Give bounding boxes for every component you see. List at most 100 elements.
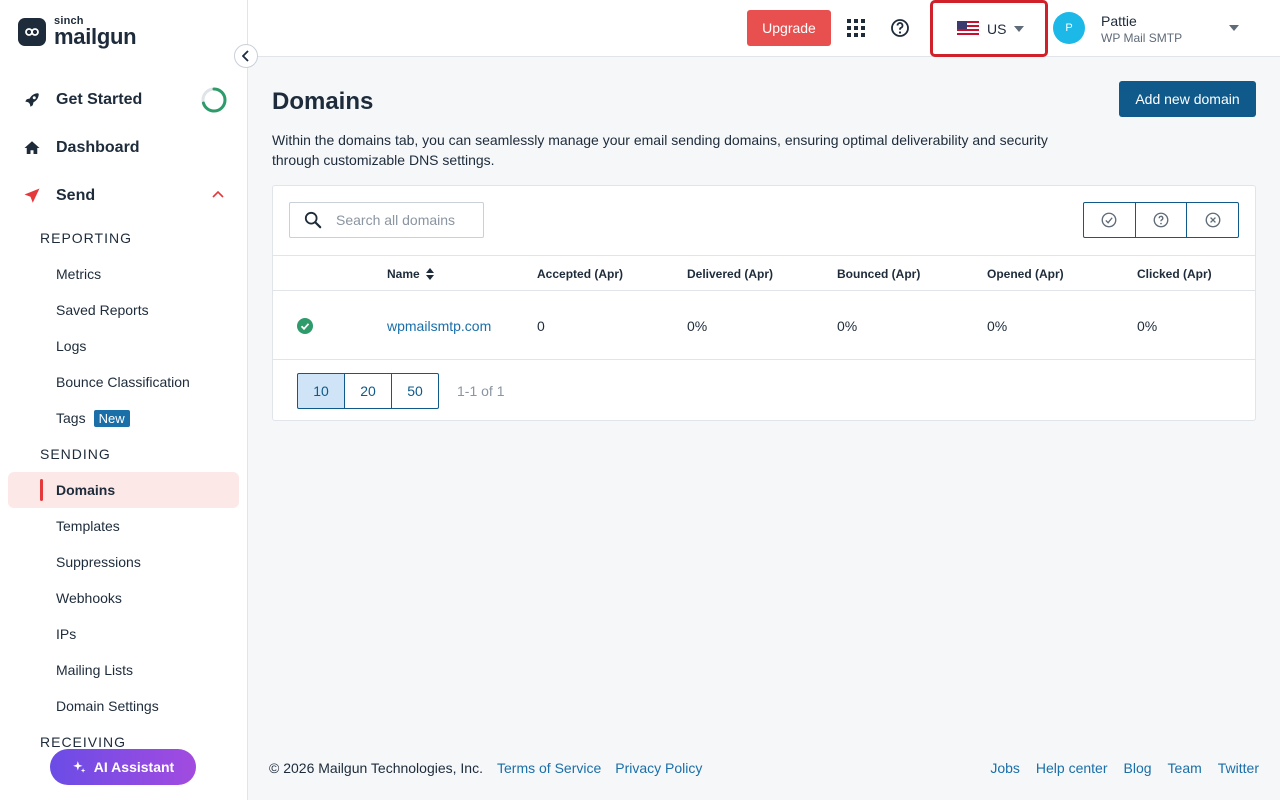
sidebar-item-label: Domain Settings <box>56 698 159 714</box>
search-icon <box>304 211 322 229</box>
sidebar-item-label: Tags <box>56 410 86 426</box>
accepted-value: 0 <box>537 318 545 334</box>
sidebar-item-suppressions[interactable]: Suppressions <box>0 544 247 580</box>
table-row: wpmailsmtp.com 0 0% 0% 0% 0% <box>273 291 1255 360</box>
delivered-value: 0% <box>687 318 708 334</box>
filter-unverified-button[interactable] <box>1136 203 1188 237</box>
sidebar-item-label: IPs <box>56 626 77 642</box>
column-name-header[interactable]: Name <box>387 267 434 281</box>
footer-links: Jobs Help center Blog Team Twitter <box>990 760 1259 776</box>
nav-dashboard[interactable]: Dashboard <box>0 124 247 172</box>
question-circle-icon <box>1153 212 1169 228</box>
status-filter-group <box>1083 202 1239 238</box>
region-selector[interactable]: US <box>930 0 1048 57</box>
page-size-20-button[interactable]: 20 <box>344 373 392 409</box>
table-header: Name Accepted (Apr) Delivered (Apr) Boun… <box>273 255 1255 291</box>
sidebar-item-label: Saved Reports <box>56 302 149 318</box>
page-title: Domains <box>272 88 374 115</box>
ai-assistant-label: AI Assistant <box>93 759 175 775</box>
footer-copyright: © 2026 Mailgun Technologies, Inc. <box>269 760 483 776</box>
sidebar-item-webhooks[interactable]: Webhooks <box>0 580 247 616</box>
topbar: Upgrade US P Pattie WP Mail SMTP <box>248 0 1280 57</box>
help-icon[interactable] <box>890 18 910 38</box>
sidebar-item-metrics[interactable]: Metrics <box>0 256 247 292</box>
mailgun-logo-icon <box>18 18 46 46</box>
x-circle-icon <box>1205 212 1221 228</box>
sidebar-item-mailing-lists[interactable]: Mailing Lists <box>0 652 247 688</box>
logo-mailgun-text: mailgun <box>54 24 137 49</box>
filter-disabled-button[interactable] <box>1187 203 1238 237</box>
sidebar-item-label: Metrics <box>56 266 102 282</box>
sidebar-item-label: Webhooks <box>56 590 122 606</box>
nav-dashboard-label: Dashboard <box>56 139 140 156</box>
sidebar-item-templates[interactable]: Templates <box>0 508 247 544</box>
ai-assistant-button[interactable]: AI Assistant <box>50 749 196 785</box>
footer-legal-links: Terms of Service Privacy Policy <box>497 760 702 776</box>
new-badge: New <box>93 409 130 427</box>
sidebar-item-ips[interactable]: IPs <box>0 616 247 652</box>
mailgun-logo[interactable]: sinch mailgun <box>18 16 137 49</box>
sidebar-item-label: Domains <box>56 482 116 498</box>
opened-value: 0% <box>987 318 1008 334</box>
region-code: US <box>987 20 1007 37</box>
check-circle-icon <box>1101 212 1117 228</box>
sidebar-item-bounce-classification[interactable]: Bounce Classification <box>0 364 247 400</box>
sort-icon[interactable] <box>425 268 434 280</box>
filter-verified-button[interactable] <box>1084 203 1136 237</box>
column-bounced-header: Bounced (Apr) <box>837 267 921 281</box>
footer-link-jobs[interactable]: Jobs <box>990 760 1020 776</box>
section-heading-reporting: REPORTING <box>40 230 132 246</box>
footer-link-help-center[interactable]: Help center <box>1036 760 1108 776</box>
send-icon <box>22 186 42 206</box>
footer-link-team[interactable]: Team <box>1168 760 1202 776</box>
search-box[interactable] <box>289 202 484 238</box>
footer-link-terms[interactable]: Terms of Service <box>497 760 601 776</box>
user-menu-caret-icon[interactable] <box>1229 25 1239 31</box>
sidebar: sinch mailgun Get Started Dashboard Send… <box>0 0 248 800</box>
user-avatar[interactable]: P <box>1053 12 1085 44</box>
footer-link-blog[interactable]: Blog <box>1124 760 1152 776</box>
add-new-domain-button[interactable]: Add new domain <box>1119 81 1256 117</box>
user-org: WP Mail SMTP <box>1101 31 1183 45</box>
column-name-label: Name <box>387 267 420 281</box>
column-delivered-header: Delivered (Apr) <box>687 267 774 281</box>
sidebar-item-label: Bounce Classification <box>56 374 190 390</box>
column-clicked-header: Clicked (Apr) <box>1137 267 1212 281</box>
footer-link-privacy[interactable]: Privacy Policy <box>615 760 702 776</box>
progress-ring-icon <box>201 87 227 113</box>
sidebar-item-label: Templates <box>56 518 120 534</box>
chevron-up-icon[interactable] <box>212 190 224 198</box>
sidebar-collapse-button[interactable] <box>234 44 258 68</box>
nav-send[interactable]: Send <box>0 172 247 220</box>
apps-grid-icon[interactable] <box>846 18 866 38</box>
page-size-10-button[interactable]: 10 <box>297 373 345 409</box>
sidebar-item-tags[interactable]: Tags New <box>0 400 247 436</box>
domain-name-link[interactable]: wpmailsmtp.com <box>387 318 491 334</box>
user-name[interactable]: Pattie <box>1101 13 1137 29</box>
nav-send-label: Send <box>56 187 96 204</box>
pager-count: 1-1 of 1 <box>457 383 505 399</box>
us-flag-icon <box>957 21 979 36</box>
search-input[interactable] <box>336 212 476 228</box>
upgrade-button[interactable]: Upgrade <box>747 10 831 46</box>
footer-link-twitter[interactable]: Twitter <box>1218 760 1259 776</box>
page-description: Within the domains tab, you can seamless… <box>272 132 1048 168</box>
sidebar-item-logs[interactable]: Logs <box>0 328 247 364</box>
bounced-value: 0% <box>837 318 858 334</box>
column-accepted-header: Accepted (Apr) <box>537 267 624 281</box>
rocket-icon <box>22 90 42 110</box>
nav-get-started[interactable]: Get Started <box>0 76 247 124</box>
sidebar-item-domains[interactable]: Domains <box>8 472 239 508</box>
domains-card: Name Accepted (Apr) Delivered (Apr) Boun… <box>272 185 1256 421</box>
section-heading-sending: SENDING <box>40 446 111 462</box>
page-size-50-button[interactable]: 50 <box>391 373 439 409</box>
sidebar-item-saved-reports[interactable]: Saved Reports <box>0 292 247 328</box>
caret-down-icon <box>1014 25 1025 32</box>
sidebar-item-label: Suppressions <box>56 554 141 570</box>
clicked-value: 0% <box>1137 318 1158 334</box>
sidebar-item-domain-settings[interactable]: Domain Settings <box>0 688 247 724</box>
chevron-left-icon <box>242 50 249 62</box>
sparkle-icon <box>72 761 86 773</box>
sidebar-item-label: Logs <box>56 338 87 354</box>
column-opened-header: Opened (Apr) <box>987 267 1064 281</box>
